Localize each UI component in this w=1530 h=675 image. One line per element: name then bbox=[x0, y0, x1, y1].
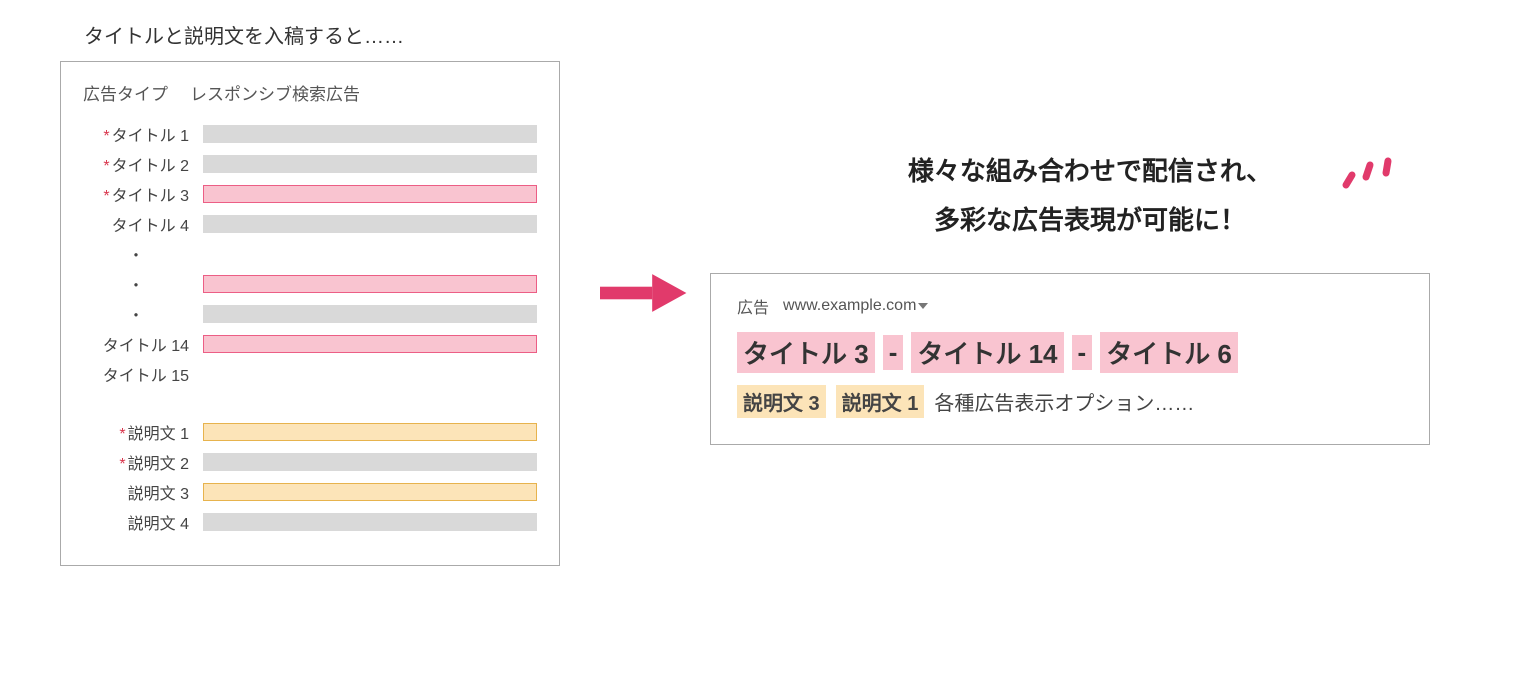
desc-input-bar[interactable] bbox=[203, 483, 537, 501]
required-mark: * bbox=[103, 158, 109, 175]
arrow-icon bbox=[600, 268, 690, 318]
ellipsis-dot: ・ bbox=[128, 248, 144, 265]
desc-input-bar[interactable] bbox=[203, 453, 537, 471]
ellipsis-dot: ・ bbox=[128, 278, 144, 295]
caret-down-icon bbox=[918, 303, 928, 309]
ad-title-sep: - bbox=[1072, 335, 1093, 370]
left-heading: タイトルと説明文を入稿すると…… bbox=[84, 20, 580, 49]
ad-type-label: 広告タイプ bbox=[83, 80, 168, 105]
title-label: *タイトル 2 bbox=[83, 152, 203, 176]
title-input-bar[interactable] bbox=[203, 155, 537, 173]
ad-title-part: タイトル 14 bbox=[911, 332, 1063, 373]
ad-url: www.example.com bbox=[783, 297, 928, 315]
title-input-bar[interactable] bbox=[203, 215, 537, 233]
desc-label: *説明文 2 bbox=[83, 450, 203, 474]
ad-title-part: タイトル 3 bbox=[737, 332, 875, 373]
desc-label: *説明文 1 bbox=[83, 420, 203, 444]
title-label: *タイトル 1 bbox=[83, 122, 203, 146]
required-mark: * bbox=[103, 188, 109, 205]
ad-title-part: タイトル 6 bbox=[1100, 332, 1238, 373]
desc-label: 説明文 4 bbox=[83, 510, 203, 534]
ad-form-box: 広告タイプ レスポンシブ検索広告 *タイトル 1 *タイトル 2 *タイトル 3 タイ… bbox=[60, 61, 560, 566]
ad-title-line: タイトル 3 - タイトル 14 - タイトル 6 bbox=[737, 332, 1403, 373]
title-input-bar[interactable] bbox=[203, 185, 537, 203]
required-mark: * bbox=[119, 456, 125, 473]
desc-label: 説明文 3 bbox=[83, 480, 203, 504]
ad-desc-part: 説明文 3 bbox=[737, 385, 826, 418]
title-label: タイトル 15 bbox=[83, 362, 203, 386]
ad-options-text: 各種広告表示オプション…… bbox=[934, 387, 1194, 416]
title-input-bar[interactable] bbox=[203, 125, 537, 143]
spark-icon bbox=[1340, 131, 1400, 191]
title-label: *タイトル 3 bbox=[83, 182, 203, 206]
desc-input-bar[interactable] bbox=[203, 423, 537, 441]
title-label: タイトル 4 bbox=[83, 212, 203, 236]
ad-type-value: レスポンシブ検索広告 bbox=[190, 80, 360, 105]
title-input-bar[interactable] bbox=[203, 305, 537, 323]
ellipsis-dot: ・ bbox=[128, 308, 144, 325]
title-input-bar[interactable] bbox=[203, 335, 537, 353]
title-label: タイトル 14 bbox=[83, 332, 203, 356]
ad-desc-line: 説明文 3 説明文 1 各種広告表示オプション…… bbox=[737, 385, 1403, 418]
desc-input-bar[interactable] bbox=[203, 513, 537, 531]
ad-badge: 広告 bbox=[737, 294, 769, 318]
ad-title-sep: - bbox=[883, 335, 904, 370]
required-mark: * bbox=[119, 426, 125, 443]
required-mark: * bbox=[103, 128, 109, 145]
ad-preview-box: 広告 www.example.com タイトル 3 - タイトル 14 - タイ… bbox=[710, 273, 1430, 445]
title-input-bar[interactable] bbox=[203, 275, 537, 293]
ad-desc-part: 説明文 1 bbox=[836, 385, 925, 418]
